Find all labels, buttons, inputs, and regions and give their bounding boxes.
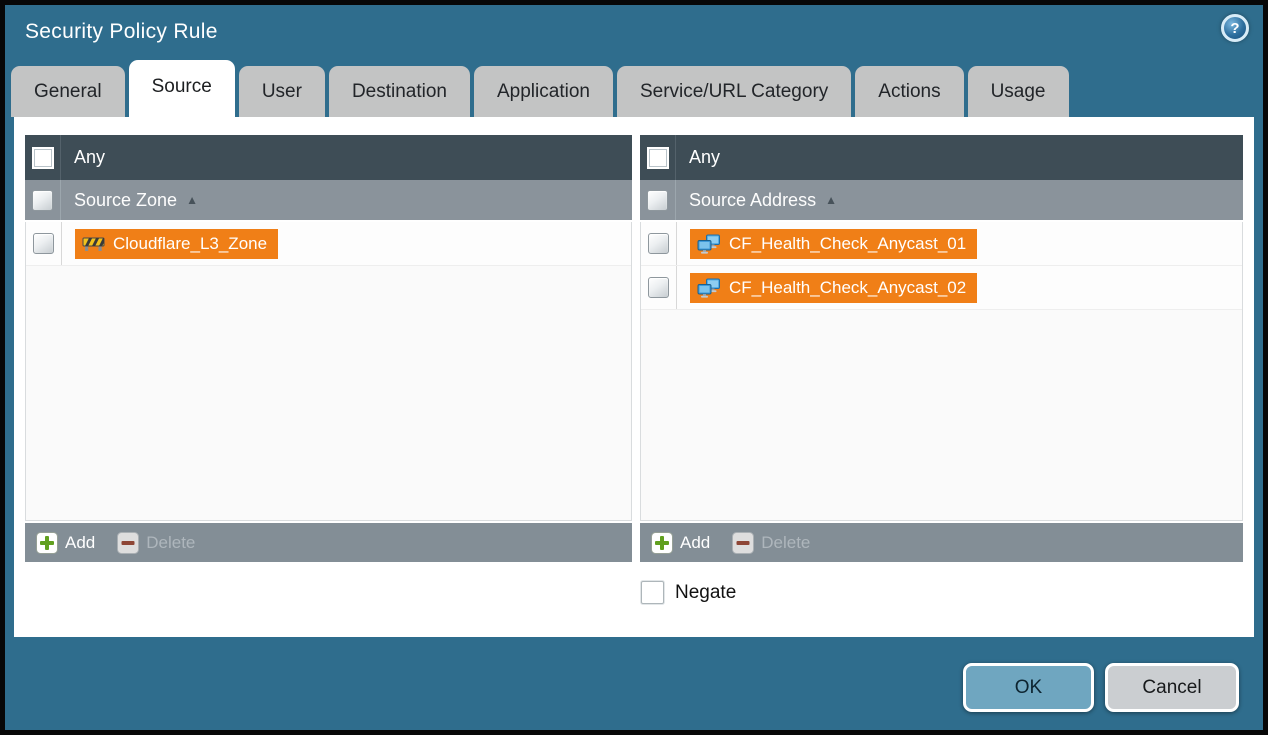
zone-add-label: Add <box>65 533 95 553</box>
address-select-all-checkbox[interactable] <box>647 190 668 211</box>
address-chip[interactable]: CF_Health_Check_Anycast_02 <box>690 273 977 303</box>
zone-row-checkbox[interactable] <box>33 233 54 254</box>
address-row[interactable]: CF_Health_Check_Anycast_02 <box>641 266 1242 310</box>
zone-any-checkbox[interactable] <box>32 147 54 169</box>
address-chip-label: CF_Health_Check_Anycast_01 <box>729 234 966 254</box>
address-add-label: Add <box>680 533 710 553</box>
address-any-checkbox[interactable] <box>647 147 669 169</box>
dialog-content: Any Source Zone ▲ <box>14 117 1254 637</box>
zone-select-all-cell <box>25 180 61 220</box>
zone-icon <box>82 235 105 252</box>
source-address-panel: Any Source Address ▲ <box>640 135 1243 562</box>
address-column-header[interactable]: Source Address ▲ <box>640 180 1243 220</box>
address-chip-label: CF_Health_Check_Anycast_02 <box>729 278 966 298</box>
address-row[interactable]: CF_Health_Check_Anycast_01 <box>641 222 1242 266</box>
tab-user[interactable]: User <box>239 66 325 117</box>
tab-service-url-category[interactable]: Service/URL Category <box>617 66 851 117</box>
zone-any-checkbox-cell <box>25 135 61 180</box>
address-column-label: Source Address <box>689 190 816 211</box>
tab-bar: General Source User Destination Applicat… <box>11 66 1069 117</box>
address-list: CF_Health_Check_Anycast_01 <box>640 222 1243 521</box>
address-delete-label: Delete <box>761 533 810 553</box>
address-any-checkbox-cell <box>640 135 676 180</box>
zone-column-header[interactable]: Source Zone ▲ <box>25 180 632 220</box>
tab-destination[interactable]: Destination <box>329 66 470 117</box>
address-chip[interactable]: CF_Health_Check_Anycast_01 <box>690 229 977 259</box>
zone-panel-footer: Add Delete <box>25 523 632 562</box>
zone-chip[interactable]: Cloudflare_L3_Zone <box>75 229 278 259</box>
security-policy-rule-dialog: Security Policy Rule ? General Source Us… <box>0 0 1268 735</box>
add-icon <box>651 532 673 554</box>
delete-icon <box>732 532 754 554</box>
address-row-checkbox[interactable] <box>648 233 669 254</box>
address-delete-button[interactable]: Delete <box>732 532 810 554</box>
zone-any-label: Any <box>74 147 105 168</box>
address-row-checkbox-cell <box>641 222 677 265</box>
delete-icon <box>117 532 139 554</box>
sort-asc-icon: ▲ <box>825 193 837 207</box>
help-icon[interactable]: ? <box>1221 14 1249 42</box>
address-panel-footer: Add Delete <box>640 523 1243 562</box>
zone-add-button[interactable]: Add <box>36 532 95 554</box>
dialog-titlebar: Security Policy Rule ? <box>5 5 1263 63</box>
zone-list: Cloudflare_L3_Zone <box>25 222 632 521</box>
zone-delete-label: Delete <box>146 533 195 553</box>
negate-label: Negate <box>675 582 736 604</box>
add-icon <box>36 532 58 554</box>
address-select-all-cell <box>640 180 676 220</box>
tab-general[interactable]: General <box>11 66 125 117</box>
tab-source[interactable]: Source <box>129 60 235 117</box>
tab-actions[interactable]: Actions <box>855 66 963 117</box>
zone-row[interactable]: Cloudflare_L3_Zone <box>26 222 631 266</box>
negate-checkbox[interactable] <box>641 581 664 604</box>
tab-usage[interactable]: Usage <box>968 66 1069 117</box>
ok-button[interactable]: OK <box>963 663 1094 712</box>
negate-row: Negate <box>641 581 736 604</box>
address-add-button[interactable]: Add <box>651 532 710 554</box>
dialog-title: Security Policy Rule <box>25 20 218 44</box>
zone-select-all-checkbox[interactable] <box>32 190 53 211</box>
zone-chip-label: Cloudflare_L3_Zone <box>113 234 267 254</box>
sort-asc-icon: ▲ <box>186 193 198 207</box>
tab-application[interactable]: Application <box>474 66 613 117</box>
zone-column-label: Source Zone <box>74 190 177 211</box>
zone-any-row: Any <box>25 135 632 180</box>
zone-delete-button[interactable]: Delete <box>117 532 195 554</box>
source-zone-panel: Any Source Zone ▲ <box>25 135 632 562</box>
address-any-label: Any <box>689 147 720 168</box>
zone-row-checkbox-cell <box>26 222 62 265</box>
address-row-checkbox[interactable] <box>648 277 669 298</box>
address-icon <box>697 278 721 298</box>
address-row-checkbox-cell <box>641 266 677 309</box>
address-icon <box>697 234 721 254</box>
cancel-button[interactable]: Cancel <box>1105 663 1239 712</box>
address-any-row: Any <box>640 135 1243 180</box>
